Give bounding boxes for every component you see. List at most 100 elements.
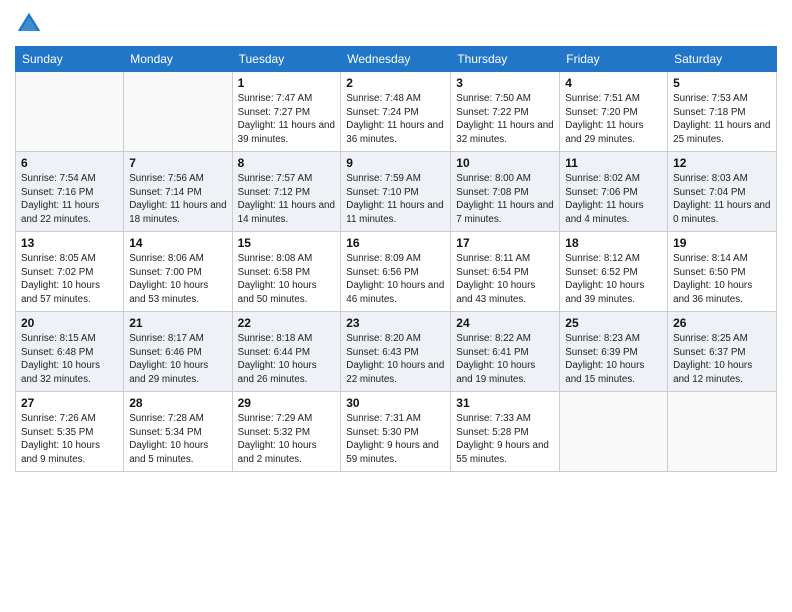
calendar-cell: 29Sunrise: 7:29 AMSunset: 5:32 PMDayligh… bbox=[232, 392, 341, 472]
day-detail: Sunrise: 7:51 AMSunset: 7:20 PMDaylight:… bbox=[565, 92, 662, 147]
day-number: 19 bbox=[673, 236, 771, 250]
day-number: 6 bbox=[21, 156, 118, 170]
day-detail: Sunrise: 8:03 AMSunset: 7:04 PMDaylight:… bbox=[673, 172, 771, 227]
day-number: 10 bbox=[456, 156, 554, 170]
day-number: 4 bbox=[565, 76, 662, 90]
day-detail: Sunrise: 7:57 AMSunset: 7:12 PMDaylight:… bbox=[238, 172, 336, 227]
day-number: 24 bbox=[456, 316, 554, 330]
day-number: 21 bbox=[129, 316, 226, 330]
day-number: 11 bbox=[565, 156, 662, 170]
day-detail: Sunrise: 8:06 AMSunset: 7:00 PMDaylight:… bbox=[129, 252, 226, 307]
calendar-week-row: 13Sunrise: 8:05 AMSunset: 7:02 PMDayligh… bbox=[16, 232, 777, 312]
day-detail: Sunrise: 7:53 AMSunset: 7:18 PMDaylight:… bbox=[673, 92, 771, 147]
day-detail: Sunrise: 7:33 AMSunset: 5:28 PMDaylight:… bbox=[456, 412, 554, 467]
day-number: 17 bbox=[456, 236, 554, 250]
day-number: 28 bbox=[129, 396, 226, 410]
calendar-cell: 30 Sunrise: 7:31 AMSunset: 5:30 PMDayligh… bbox=[341, 392, 451, 472]
calendar-cell: 3Sunrise: 7:50 AMSunset: 7:22 PMDaylight… bbox=[451, 72, 560, 152]
day-detail: Sunrise: 7:50 AMSunset: 7:22 PMDaylight:… bbox=[456, 92, 554, 147]
day-number: 27 bbox=[21, 396, 118, 410]
column-header-sunday: Sunday bbox=[16, 47, 124, 72]
column-header-tuesday: Tuesday bbox=[232, 47, 341, 72]
day-number: 8 bbox=[238, 156, 336, 170]
calendar-cell: 8 Sunrise: 7:57 AMSunset: 7:12 PMDaylight… bbox=[232, 152, 341, 232]
calendar-cell: 6 Sunrise: 7:54 AMSunset: 7:16 PMDaylight… bbox=[16, 152, 124, 232]
day-detail: Sunrise: 8:15 AMSunset: 6:48 PMDaylight:… bbox=[21, 332, 118, 387]
calendar-cell: 31 Sunrise: 7:33 AMSunset: 5:28 PMDayligh… bbox=[451, 392, 560, 472]
day-detail: Sunrise: 7:26 AMSunset: 5:35 PMDaylight:… bbox=[21, 412, 118, 467]
calendar-week-row: 1 Sunrise: 7:47 AMSunset: 7:27 PMDaylight… bbox=[16, 72, 777, 152]
calendar-week-row: 6 Sunrise: 7:54 AMSunset: 7:16 PMDaylight… bbox=[16, 152, 777, 232]
calendar-cell: 17 Sunrise: 8:11 AMSunset: 6:54 PMDayligh… bbox=[451, 232, 560, 312]
day-detail: Sunrise: 7:47 AMSunset: 7:27 PMDaylight:… bbox=[238, 92, 336, 147]
day-detail: Sunrise: 8:11 AMSunset: 6:54 PMDaylight:… bbox=[456, 252, 554, 307]
calendar-cell: 16 Sunrise: 8:09 AMSunset: 6:56 PMDayligh… bbox=[341, 232, 451, 312]
logo bbox=[15, 10, 47, 38]
day-number: 2 bbox=[346, 76, 445, 90]
calendar-cell: 22Sunrise: 8:18 AMSunset: 6:44 PMDayligh… bbox=[232, 312, 341, 392]
day-number: 5 bbox=[673, 76, 771, 90]
day-detail: Sunrise: 7:56 AMSunset: 7:14 PMDaylight:… bbox=[129, 172, 226, 227]
calendar-cell: 23 Sunrise: 8:20 AMSunset: 6:43 PMDayligh… bbox=[341, 312, 451, 392]
calendar-cell: 9 Sunrise: 7:59 AMSunset: 7:10 PMDaylight… bbox=[341, 152, 451, 232]
calendar-cell: 15 Sunrise: 8:08 AMSunset: 6:58 PMDayligh… bbox=[232, 232, 341, 312]
day-detail: Sunrise: 8:08 AMSunset: 6:58 PMDaylight:… bbox=[238, 252, 336, 307]
column-header-wednesday: Wednesday bbox=[341, 47, 451, 72]
day-detail: Sunrise: 8:18 AMSunset: 6:44 PMDaylight:… bbox=[238, 332, 336, 387]
day-number: 15 bbox=[238, 236, 336, 250]
day-detail: Sunrise: 8:14 AMSunset: 6:50 PMDaylight:… bbox=[673, 252, 771, 307]
day-detail: Sunrise: 8:02 AMSunset: 7:06 PMDaylight:… bbox=[565, 172, 662, 227]
day-number: 1 bbox=[238, 76, 336, 90]
day-detail: Sunrise: 7:54 AMSunset: 7:16 PMDaylight:… bbox=[21, 172, 118, 227]
day-detail: Sunrise: 7:31 AMSunset: 5:30 PMDaylight:… bbox=[346, 412, 445, 467]
calendar-cell bbox=[124, 72, 232, 152]
day-detail: Sunrise: 8:09 AMSunset: 6:56 PMDaylight:… bbox=[346, 252, 445, 307]
calendar-cell: 18Sunrise: 8:12 AMSunset: 6:52 PMDayligh… bbox=[560, 232, 668, 312]
calendar-cell: 1 Sunrise: 7:47 AMSunset: 7:27 PMDaylight… bbox=[232, 72, 341, 152]
day-number: 9 bbox=[346, 156, 445, 170]
calendar-cell bbox=[560, 392, 668, 472]
calendar-week-row: 20 Sunrise: 8:15 AMSunset: 6:48 PMDayligh… bbox=[16, 312, 777, 392]
day-number: 31 bbox=[456, 396, 554, 410]
column-header-friday: Friday bbox=[560, 47, 668, 72]
day-detail: Sunrise: 7:28 AMSunset: 5:34 PMDaylight:… bbox=[129, 412, 226, 467]
day-number: 16 bbox=[346, 236, 445, 250]
calendar-cell: 24 Sunrise: 8:22 AMSunset: 6:41 PMDayligh… bbox=[451, 312, 560, 392]
day-number: 20 bbox=[21, 316, 118, 330]
column-header-thursday: Thursday bbox=[451, 47, 560, 72]
day-number: 26 bbox=[673, 316, 771, 330]
calendar-cell: 26 Sunrise: 8:25 AMSunset: 6:37 PMDayligh… bbox=[668, 312, 777, 392]
day-detail: Sunrise: 7:59 AMSunset: 7:10 PMDaylight:… bbox=[346, 172, 445, 227]
column-header-saturday: Saturday bbox=[668, 47, 777, 72]
calendar-cell: 5 Sunrise: 7:53 AMSunset: 7:18 PMDaylight… bbox=[668, 72, 777, 152]
calendar-cell bbox=[16, 72, 124, 152]
calendar-table: SundayMondayTuesdayWednesdayThursdayFrid… bbox=[15, 46, 777, 472]
day-number: 7 bbox=[129, 156, 226, 170]
calendar-cell: 27 Sunrise: 7:26 AMSunset: 5:35 PMDayligh… bbox=[16, 392, 124, 472]
day-number: 14 bbox=[129, 236, 226, 250]
calendar-cell: 25Sunrise: 8:23 AMSunset: 6:39 PMDayligh… bbox=[560, 312, 668, 392]
day-detail: Sunrise: 8:25 AMSunset: 6:37 PMDaylight:… bbox=[673, 332, 771, 387]
calendar-cell: 12 Sunrise: 8:03 AMSunset: 7:04 PMDayligh… bbox=[668, 152, 777, 232]
day-detail: Sunrise: 8:23 AMSunset: 6:39 PMDaylight:… bbox=[565, 332, 662, 387]
day-detail: Sunrise: 8:12 AMSunset: 6:52 PMDaylight:… bbox=[565, 252, 662, 307]
calendar-cell: 10 Sunrise: 8:00 AMSunset: 7:08 PMDayligh… bbox=[451, 152, 560, 232]
day-number: 23 bbox=[346, 316, 445, 330]
day-number: 13 bbox=[21, 236, 118, 250]
day-detail: Sunrise: 8:00 AMSunset: 7:08 PMDaylight:… bbox=[456, 172, 554, 227]
day-number: 30 bbox=[346, 396, 445, 410]
day-detail: Sunrise: 7:48 AMSunset: 7:24 PMDaylight:… bbox=[346, 92, 445, 147]
calendar-cell: 21 Sunrise: 8:17 AMSunset: 6:46 PMDayligh… bbox=[124, 312, 232, 392]
page-header bbox=[15, 10, 777, 38]
calendar-cell: 13Sunrise: 8:05 AMSunset: 7:02 PMDayligh… bbox=[16, 232, 124, 312]
day-detail: Sunrise: 8:17 AMSunset: 6:46 PMDaylight:… bbox=[129, 332, 226, 387]
calendar-cell: 14 Sunrise: 8:06 AMSunset: 7:00 PMDayligh… bbox=[124, 232, 232, 312]
calendar-cell: 20 Sunrise: 8:15 AMSunset: 6:48 PMDayligh… bbox=[16, 312, 124, 392]
calendar-cell: 2 Sunrise: 7:48 AMSunset: 7:24 PMDaylight… bbox=[341, 72, 451, 152]
day-number: 12 bbox=[673, 156, 771, 170]
calendar-header-row: SundayMondayTuesdayWednesdayThursdayFrid… bbox=[16, 47, 777, 72]
calendar-page: SundayMondayTuesdayWednesdayThursdayFrid… bbox=[0, 0, 792, 612]
day-detail: Sunrise: 8:20 AMSunset: 6:43 PMDaylight:… bbox=[346, 332, 445, 387]
calendar-cell bbox=[668, 392, 777, 472]
day-detail: Sunrise: 8:22 AMSunset: 6:41 PMDaylight:… bbox=[456, 332, 554, 387]
